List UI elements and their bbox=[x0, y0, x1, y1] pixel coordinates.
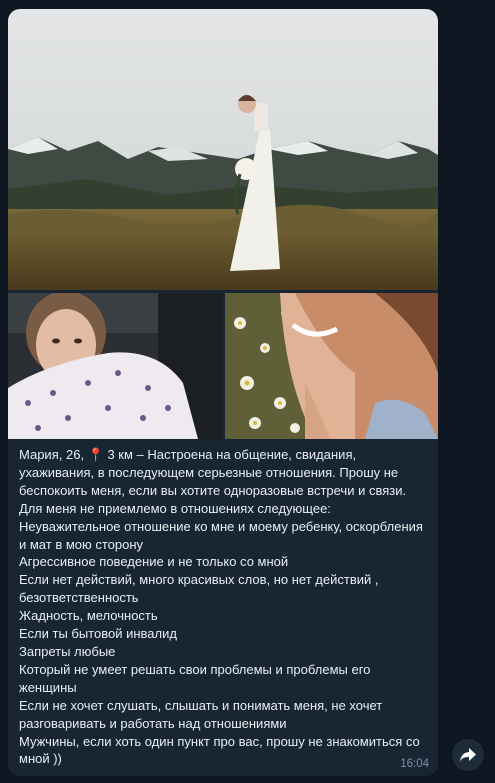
message-bubble[interactable]: Мария, 26, 📍 3 км – Настроена на общение… bbox=[8, 9, 438, 776]
photo-mountain-meadow[interactable] bbox=[8, 9, 438, 290]
forward-button[interactable] bbox=[452, 739, 484, 771]
message-text: Мария, 26, 📍 3 км – Настроена на общение… bbox=[19, 447, 423, 767]
message-time: 16:04 bbox=[400, 758, 429, 770]
photo-car-selfie[interactable] bbox=[8, 293, 222, 439]
photo-smiling-daisies[interactable] bbox=[225, 293, 438, 439]
forward-arrow-icon bbox=[460, 748, 476, 762]
